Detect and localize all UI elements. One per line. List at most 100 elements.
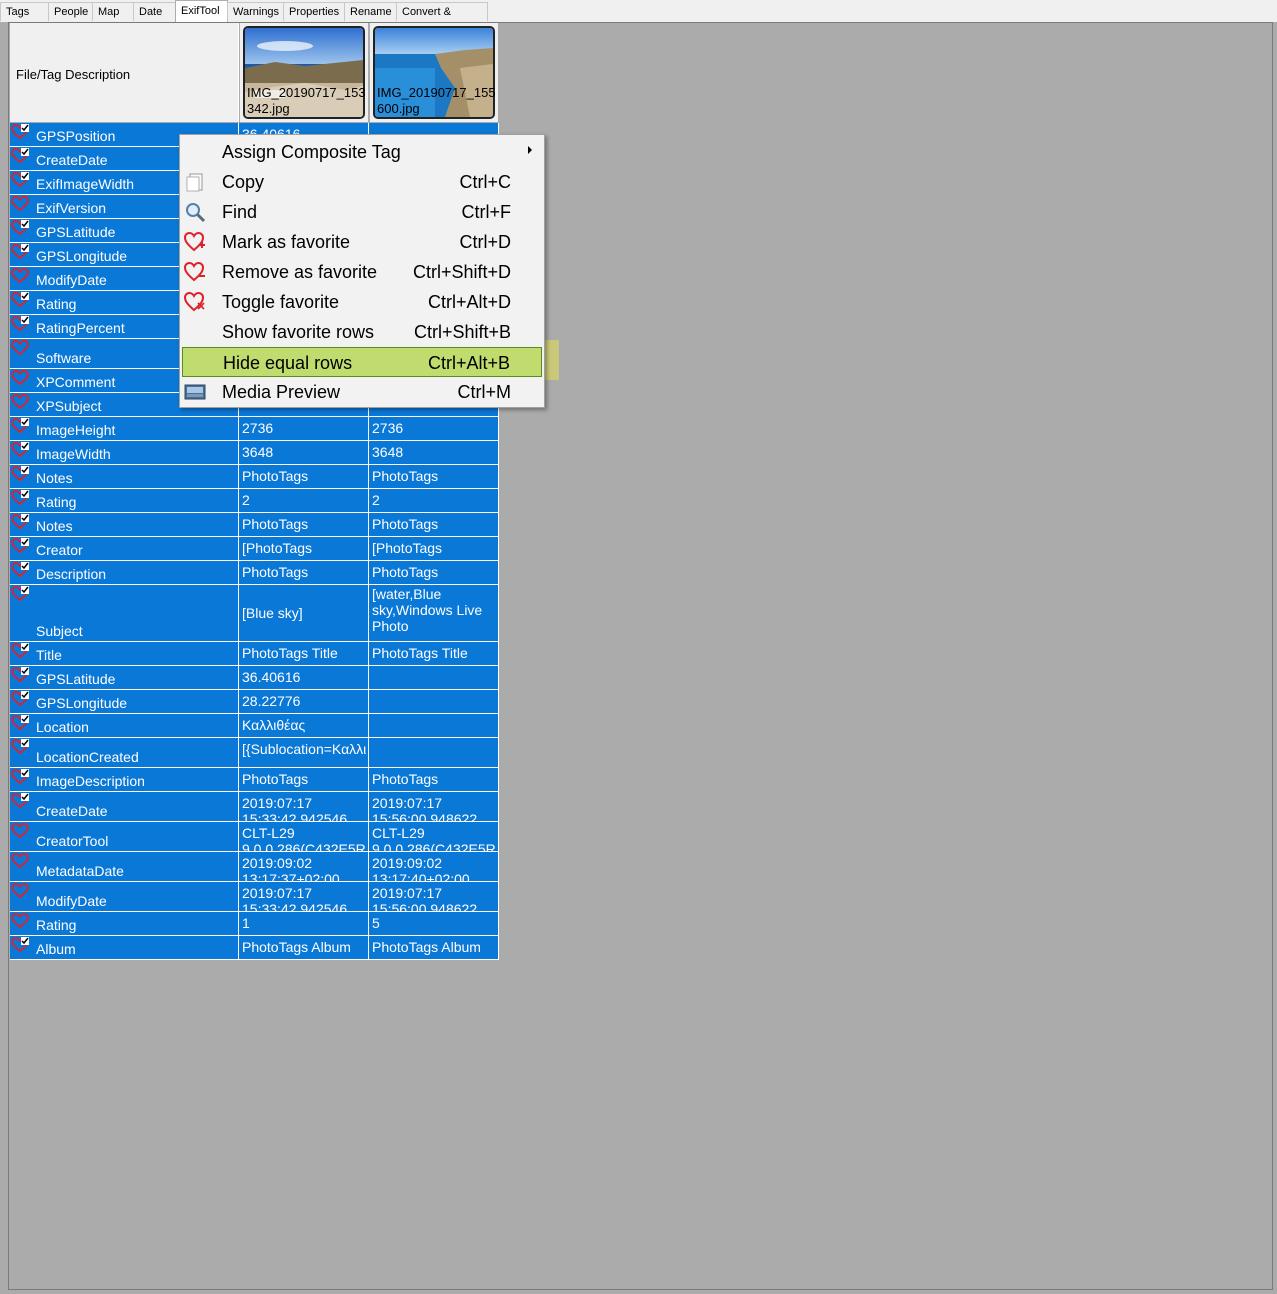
tag-value-cell-file-1[interactable]: 36.40616 [239,666,369,690]
tab-warnings[interactable]: Warnings [227,2,284,21]
tag-value-cell-file-1[interactable]: Καλλιθέας [239,714,369,738]
tag-name-cell[interactable]: LocationCreated [10,738,239,768]
tag-name-cell[interactable]: ImageDescription [10,768,239,792]
tag-value-cell-file-2[interactable] [369,714,499,738]
table-row[interactable]: GPSLatitude 36.40616 [10,666,499,690]
tag-name-cell[interactable]: Description [10,561,239,585]
tag-value-cell-file-2[interactable] [369,738,499,768]
table-row[interactable]: ImageHeight 2736 2736 [10,417,499,441]
tag-name-cell[interactable]: MetadataDate [10,852,239,882]
tab-map[interactable]: Map [92,2,134,21]
tag-value-cell-file-1[interactable]: PhotoTags [239,768,369,792]
table-row[interactable]: CreateDate 2019:07:17 15:33:42.942546 2019… [10,792,499,822]
table-row[interactable]: Title PhotoTags Title PhotoTags Title [10,642,499,666]
tag-value-cell-file-1[interactable]: PhotoTags Title [239,642,369,666]
table-row[interactable]: Location Καλλιθέας [10,714,499,738]
tag-name-cell[interactable]: Album [10,936,239,960]
menu-item-show-favorite-rows[interactable]: Show favorite rows Ctrl+Shift+B [182,317,542,347]
tag-name-cell[interactable]: ImageHeight [10,417,239,441]
tag-value-cell-file-2[interactable] [369,690,499,714]
tag-name-cell[interactable]: Rating [10,912,239,936]
tag-value-cell-file-1[interactable]: 1 [239,912,369,936]
tag-value-cell-file-1[interactable]: 2019:07:17 15:33:42.942546 [239,882,369,912]
tag-value-cell-file-1[interactable]: 2736 [239,417,369,441]
tag-name-cell[interactable]: Title [10,642,239,666]
tag-value-cell-file-2[interactable]: 2019:07:17 15:56:00.948622 [369,792,499,822]
table-row[interactable]: Creator [PhotoTags [PhotoTags [10,537,499,561]
menu-item-assign-composite-tag[interactable]: Assign Composite Tag [182,137,542,167]
menu-item-media-preview[interactable]: Media Preview Ctrl+M [182,377,542,407]
tag-name-cell[interactable]: Subject [10,585,239,642]
tag-value-cell-file-1[interactable]: 28.22776 [239,690,369,714]
tab-rename[interactable]: Rename [344,2,397,21]
tag-value-cell-file-1[interactable]: PhotoTags [239,465,369,489]
table-row[interactable]: Album PhotoTags Album PhotoTags Album [10,936,499,960]
table-row[interactable]: MetadataDate 2019:09:02 13:17:37+02:00 201… [10,852,499,882]
table-row[interactable]: ImageWidth 3648 3648 [10,441,499,465]
tag-value-cell-file-2[interactable]: PhotoTags Title [369,642,499,666]
tag-value-cell-file-2[interactable]: [water,Blue sky,Windows Live Photo [369,585,499,642]
tag-name-cell[interactable]: GPSLatitude [10,666,239,690]
tag-value-cell-file-2[interactable]: 3648 [369,441,499,465]
table-row[interactable]: ImageDescription PhotoTags PhotoTags [10,768,499,792]
tag-value-cell-file-2[interactable]: 5 [369,912,499,936]
tag-value-cell-file-2[interactable]: 2019:09:02 13:17:40+02:00 [369,852,499,882]
tag-value-cell-file-1[interactable]: PhotoTags [239,513,369,537]
tag-value-cell-file-1[interactable]: 2 [239,489,369,513]
tab-exiftool[interactable]: ExifTool [175,0,228,22]
tag-value-cell-file-1[interactable]: [{Sublocation=Καλλι [239,738,369,768]
tag-value-cell-file-1[interactable]: 2019:09:02 13:17:37+02:00 [239,852,369,882]
tag-value-cell-file-1[interactable]: [PhotoTags [239,537,369,561]
tag-name-cell[interactable]: CreatorTool [10,822,239,852]
tag-value-cell-file-2[interactable]: PhotoTags [369,768,499,792]
table-row[interactable]: Rating 1 5 [10,912,499,936]
tag-value-cell-file-1[interactable]: CLT-L29 9.0.0.286(C432E5R [239,822,369,852]
table-row[interactable]: Description PhotoTags PhotoTags [10,561,499,585]
tag-value-cell-file-2[interactable]: [PhotoTags [369,537,499,561]
tag-value-cell-file-2[interactable]: PhotoTags Album [369,936,499,960]
tab-convert-merge[interactable]: Convert & Merge [396,2,488,37]
tag-value-cell-file-2[interactable] [369,666,499,690]
tab-tags[interactable]: Tags [0,2,49,21]
table-row[interactable]: GPSLongitude 28.22776 [10,690,499,714]
table-row[interactable]: ModifyDate 2019:07:17 15:33:42.942546 2019… [10,882,499,912]
table-row[interactable]: Subject [Blue sky] [water,Blue sky,Windows… [10,585,499,642]
tag-name-cell[interactable]: Notes [10,465,239,489]
tab-people[interactable]: People [48,2,93,21]
tab-date[interactable]: Date [133,2,176,21]
tag-value-cell-file-2[interactable]: 2 [369,489,499,513]
menu-item-hide-equal-rows[interactable]: Hide equal rows Ctrl+Alt+B [182,347,542,377]
tag-name-cell[interactable]: Notes [10,513,239,537]
tag-name-cell[interactable]: CreateDate [10,792,239,822]
table-row[interactable]: Notes PhotoTags PhotoTags [10,513,499,537]
menu-item-remove-as-favorite[interactable]: Remove as favorite Ctrl+Shift+D [182,257,542,287]
table-row[interactable]: Notes PhotoTags PhotoTags [10,465,499,489]
tag-name-cell[interactable]: ImageWidth [10,441,239,465]
tag-value-cell-file-1[interactable]: PhotoTags [239,561,369,585]
table-row[interactable]: Rating 2 2 [10,489,499,513]
tag-name-cell[interactable]: ModifyDate [10,882,239,912]
tag-value-cell-file-1[interactable]: 3648 [239,441,369,465]
file-thumbnail-1[interactable]: IMG_20190717_153342.jpg [240,23,368,122]
tag-value-cell-file-1[interactable]: [Blue sky] [239,585,369,642]
tag-value-cell-file-2[interactable]: 2019:07:17 15:56:00.948622 [369,882,499,912]
tag-name-cell[interactable]: GPSLongitude [10,690,239,714]
tag-value-cell-file-1[interactable]: 2019:07:17 15:33:42.942546 [239,792,369,822]
table-row[interactable]: LocationCreated [{Sublocation=Καλλι [10,738,499,768]
table-row[interactable]: CreatorTool CLT-L29 9.0.0.286(C432E5R CLT-… [10,822,499,852]
menu-item-toggle-favorite[interactable]: Toggle favorite Ctrl+Alt+D [182,287,542,317]
tag-name-cell[interactable]: Rating [10,489,239,513]
tag-value-cell-file-2[interactable]: CLT-L29 9.0.0.286(C432E5R [369,822,499,852]
tab-properties[interactable]: Properties [283,2,345,21]
tag-value-cell-file-2[interactable]: PhotoTags [369,465,499,489]
tag-value-cell-file-2[interactable]: 2736 [369,417,499,441]
tag-value-cell-file-1[interactable]: PhotoTags Album [239,936,369,960]
tag-value-cell-file-2[interactable]: PhotoTags [369,561,499,585]
menu-item-find[interactable]: Find Ctrl+F [182,197,542,227]
menu-item-mark-as-favorite[interactable]: Mark as favorite Ctrl+D [182,227,542,257]
tag-value-cell-file-2[interactable]: PhotoTags [369,513,499,537]
file-thumbnail-2[interactable]: IMG_20190717_155600.jpg [370,23,498,122]
menu-item-copy[interactable]: Copy Ctrl+C [182,167,542,197]
tag-name-cell[interactable]: Location [10,714,239,738]
tag-name-cell[interactable]: Creator [10,537,239,561]
